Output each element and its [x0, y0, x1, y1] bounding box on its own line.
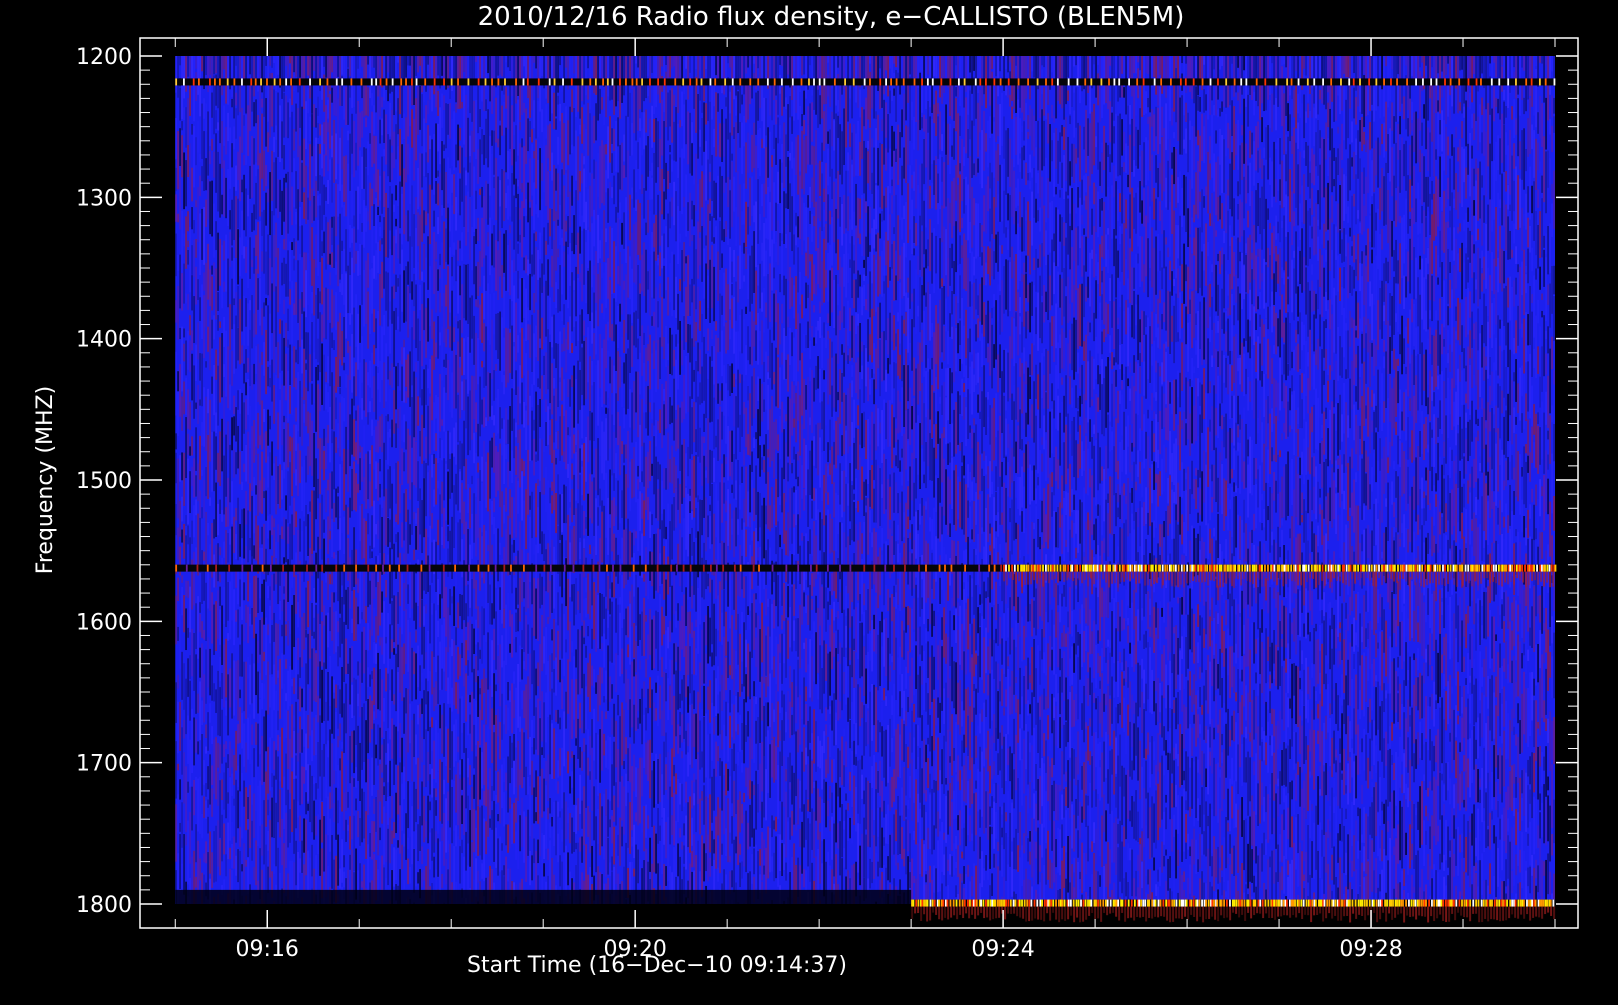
spectrogram-lower-edge [175, 890, 911, 904]
x-tick-label: 09:28 [1339, 937, 1402, 962]
y-axis-title: Frequency (MHZ) [33, 386, 58, 574]
y-tick-label: 1200 [76, 45, 132, 70]
feature-line-3 [911, 900, 1555, 923]
y-tick-label: 1500 [76, 469, 132, 494]
y-tick-label: 1700 [76, 752, 132, 777]
x-tick-label: 09:20 [603, 937, 666, 962]
x-tick-label: 09:24 [971, 937, 1034, 962]
feature-line-1 [175, 565, 1003, 572]
feature-line-0 [175, 78, 1555, 85]
y-tick-label: 1600 [76, 610, 132, 635]
y-tick-label: 1300 [76, 186, 132, 211]
y-tick-label: 1800 [76, 893, 132, 918]
x-tick-label: 09:16 [236, 937, 299, 962]
spectrogram-chart: 2010/12/16 Radio flux density, e−CALLIST… [0, 0, 1618, 1000]
chart-svg: 2010/12/16 Radio flux density, e−CALLIST… [0, 0, 1618, 1000]
chart-title: 2010/12/16 Radio flux density, e−CALLIST… [478, 2, 1185, 32]
y-tick-label: 1400 [76, 328, 132, 353]
plot-area [175, 56, 1556, 923]
